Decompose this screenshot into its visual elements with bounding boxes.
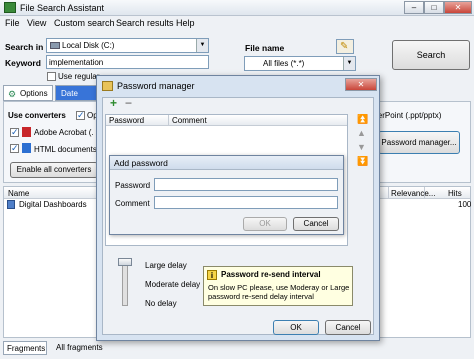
menu-custom-search[interactable]: Custom search [54,18,115,28]
reorder-buttons: ⏫ ▲ ▼ ⏬ [357,114,371,170]
password-label: Password [115,181,151,190]
wand-button[interactable]: ✎ [336,39,354,54]
row-name: Digital Dashboards [19,200,87,209]
html-label: HTML documents [34,145,97,154]
row-relevance: 100 [458,200,472,209]
menu-file[interactable]: File [5,18,20,28]
app-icon [4,2,16,13]
add-password-titlebar: Add password [110,156,343,170]
delay-tooltip: i Password re-send interval On slow PC p… [203,266,353,306]
file-name-label: File name [245,43,285,53]
keyword-value: implementation [49,58,104,67]
use-converters-label: Use converters [8,111,66,120]
col-password[interactable]: Password [109,116,144,125]
delay-large-label: Large delay [145,261,187,270]
key-icon [102,81,113,91]
search-in-label: Search in [5,42,44,52]
chevron-down-icon[interactable]: ▼ [196,39,208,52]
col-relevance[interactable]: Relevance... [391,189,435,198]
info-icon: i [207,270,217,280]
menu-help[interactable]: Help [176,18,195,28]
chevron-down-icon[interactable]: ▼ [343,57,355,70]
search-in-value: Local Disk (C:) [62,41,115,50]
password-list-header: Password Comment [106,115,347,126]
tab-fragments-label: Fragments [7,344,46,353]
document-icon [7,200,15,209]
add-password-title: Add password [114,158,168,168]
powerpoint-label: werPoint (.ppt/pptx) [372,111,442,120]
move-bottom-icon[interactable]: ⏬ [357,156,368,167]
wand-icon: ✎ [340,41,349,52]
remove-icon[interactable]: − [125,96,132,110]
add-cancel-button[interactable]: Cancel [293,217,339,231]
search-in-select[interactable]: Local Disk (C:) ▼ [46,38,209,53]
col-hits[interactable]: Hits [448,189,462,198]
gear-icon: ⚙ [8,89,17,99]
delay-none-label: No delay [145,299,177,308]
title-bar: File Search Assistant – □ ✕ [0,0,474,16]
html-checkbox[interactable] [10,143,19,154]
move-up-icon[interactable]: ▲ [357,128,366,138]
col-comment[interactable]: Comment [172,116,207,125]
tab-date[interactable]: Date [55,85,97,101]
use-regular-label: Use regular [58,72,100,81]
menu-view[interactable]: View [27,18,46,28]
use-regular-checkbox[interactable] [47,72,56,81]
password-manager-dialog: Password manager ✕ + − Password Comment … [96,75,380,341]
add-ok-button[interactable]: OK [243,217,287,231]
keyword-input[interactable]: implementation [46,55,209,69]
keyword-label: Keyword [5,58,41,68]
password-input[interactable] [154,178,338,191]
maximize-button[interactable]: □ [424,1,444,14]
password-manager-button[interactable]: Password manager... [378,131,460,154]
menu-search-results[interactable]: Search results [116,18,174,28]
delay-moderate-label: Moderate delay [145,280,201,289]
tab-date-label: Date [61,89,78,98]
enable-all-converters-button[interactable]: Enable all converters [10,162,98,178]
comment-label: Comment [115,199,150,208]
pm-ok-button[interactable]: OK [273,320,319,335]
minimize-button[interactable]: – [404,1,424,14]
close-button[interactable]: ✕ [444,1,472,14]
tab-fragments[interactable]: Fragments [3,341,47,355]
col-divider [388,187,389,199]
delay-slider[interactable] [122,260,128,306]
dialog-title: Password manager [117,81,195,91]
file-name-select[interactable]: All files (*.*) ▼ [244,56,356,71]
adobe-checkbox[interactable] [10,127,19,138]
pm-cancel-button[interactable]: Cancel [325,320,371,335]
add-password-dialog: Add password Password Comment OK Cancel [109,155,344,235]
use-converters-checkbox[interactable] [76,110,85,121]
tab-options[interactable]: ⚙ Options [3,85,53,101]
move-down-icon[interactable]: ▼ [357,142,366,152]
html-icon [22,143,31,153]
move-top-icon[interactable]: ⏫ [357,114,368,125]
comment-input[interactable] [154,196,338,209]
tooltip-title: Password re-send interval [221,270,321,279]
window-title: File Search Assistant [20,3,105,13]
tab-options-label: Options [20,89,48,98]
drive-icon [50,42,60,49]
menu-bar: File View Custom search Search results H… [0,16,474,31]
add-icon[interactable]: + [110,96,117,110]
adobe-label: Adobe Acrobat (. [34,128,94,137]
pdf-icon [22,127,31,137]
delay-slider-thumb[interactable] [118,258,132,266]
file-name-value: All files (*.*) [263,59,305,68]
search-button[interactable]: Search [392,40,470,70]
tab-all-fragments[interactable]: All fragments [56,343,103,352]
col-divider [168,115,169,126]
tooltip-body: On slow PC please, use Moderay or Large … [208,283,350,301]
col-name[interactable]: Name [8,189,29,198]
dialog-close-button[interactable]: ✕ [345,78,377,91]
